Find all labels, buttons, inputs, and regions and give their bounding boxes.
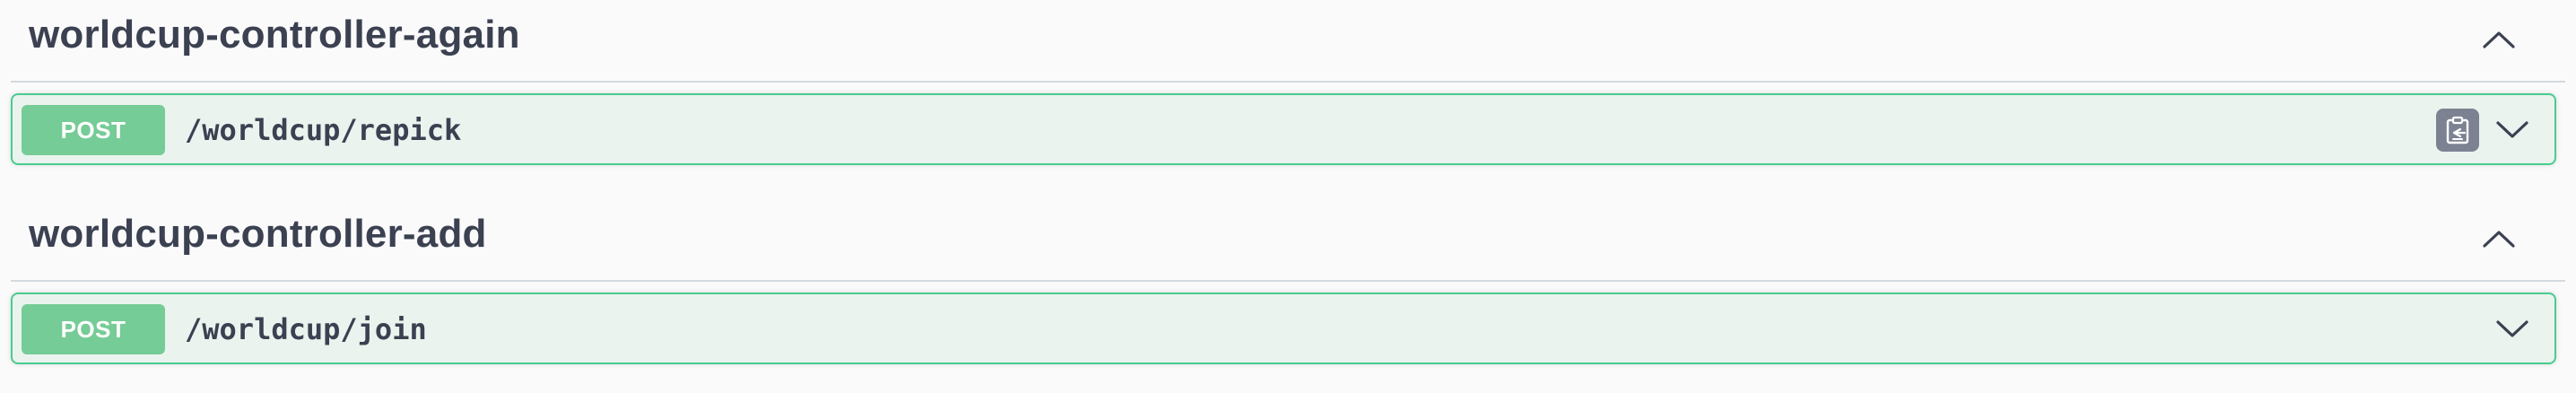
method-badge: POST: [22, 304, 165, 354]
operation-path[interactable]: /worldcup/join: [185, 312, 427, 346]
chevron-down-icon[interactable]: [2492, 109, 2533, 151]
tag-title[interactable]: worldcup-controller-add: [29, 212, 487, 257]
copy-to-clipboard-button[interactable]: [2436, 109, 2479, 152]
tag-header[interactable]: worldcup-controller-add: [11, 199, 2565, 282]
copy-to-clipboard-icon: [2446, 116, 2469, 144]
operation-post-worldcup-join[interactable]: POST /worldcup/join: [11, 293, 2556, 364]
chevron-up-icon[interactable]: [2479, 20, 2519, 59]
tag-header[interactable]: worldcup-controller-again: [11, 0, 2565, 83]
operation-post-worldcup-repick[interactable]: POST /worldcup/repick: [11, 93, 2556, 165]
operation-path[interactable]: /worldcup/repick: [185, 113, 461, 147]
tag-title[interactable]: worldcup-controller-again: [29, 13, 520, 57]
chevron-up-icon[interactable]: [2479, 219, 2519, 258]
method-badge: POST: [22, 105, 165, 155]
chevron-down-icon[interactable]: [2492, 309, 2533, 350]
